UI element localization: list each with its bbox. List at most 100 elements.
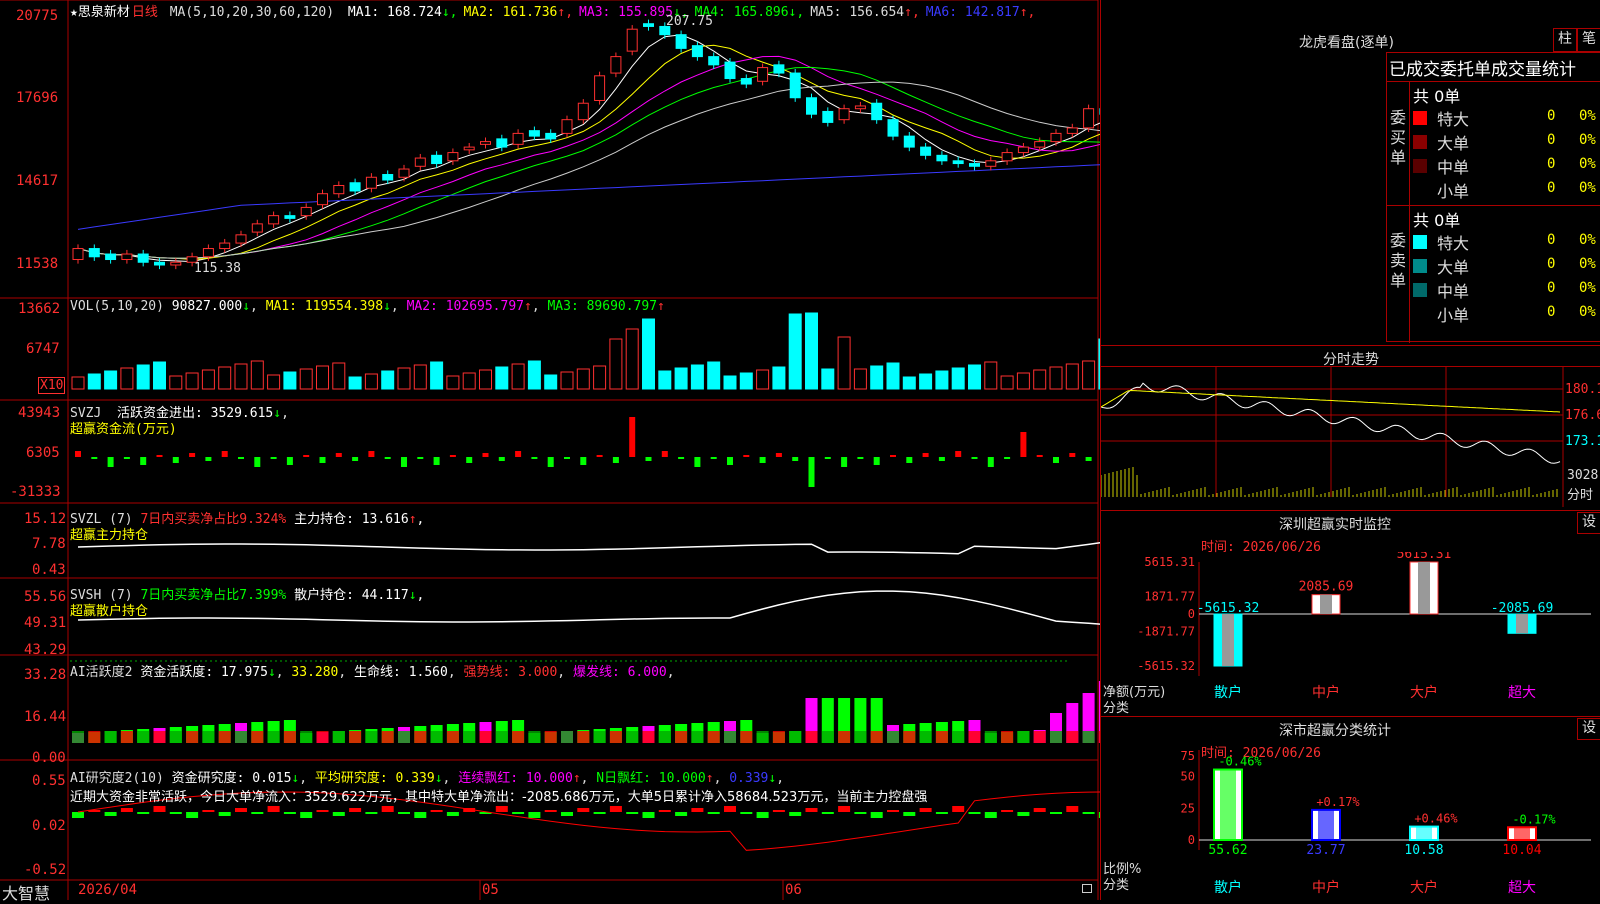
main-chart-area[interactable]: ★思泉新材日线 MA(5,10,20,30,60,120) MA1: 168.7…: [0, 0, 1100, 900]
vol-bar: [691, 365, 703, 389]
svzj-bar: [173, 457, 179, 463]
svzj-bar: [548, 457, 554, 467]
price-axis-3: 14617: [16, 173, 58, 189]
svzj-axis-1: 43943: [18, 405, 60, 421]
vol-bar: [545, 375, 557, 389]
ai-base-bar: [365, 731, 377, 743]
ai2-bar: [333, 812, 345, 816]
line-mode-button[interactable]: 笔: [1577, 28, 1600, 52]
ai-base-bar: [480, 731, 492, 743]
cat-bar-fill: [1514, 827, 1530, 840]
candle-body: [138, 254, 148, 262]
svzj-bar: [336, 453, 342, 457]
ai2-bar: [235, 808, 247, 812]
svzj-bar: [955, 451, 961, 457]
svzj-bar: [906, 457, 912, 463]
intraday-chart[interactable]: [1101, 367, 1600, 507]
ai-header: AI活跃度2 资金活跃度: 17.975↓, 33.280, 生命线: 1.56…: [70, 661, 675, 680]
svzj-bar: [417, 457, 423, 459]
svzj-bar: [352, 457, 358, 461]
ai2-bar: [985, 812, 997, 818]
svzj-bar: [874, 457, 880, 465]
ai2-bar: [1017, 812, 1029, 816]
ai2-bar: [1066, 806, 1078, 812]
ai-base-bar: [528, 731, 540, 743]
svzj-bar: [564, 457, 570, 459]
row-name: 小单: [1437, 302, 1469, 326]
high-annotation: 207.75: [666, 14, 713, 29]
cat-value-label: 10.58: [1404, 843, 1443, 858]
vol-bar: [414, 365, 426, 389]
svzj-bar: [1086, 457, 1092, 461]
color-swatch: [1413, 283, 1427, 297]
star-icon[interactable]: ★: [70, 5, 78, 20]
vol-bar: [219, 367, 231, 389]
ai2-bar: [105, 812, 117, 816]
candle-body: [122, 254, 132, 259]
period-label[interactable]: 日线: [132, 5, 158, 20]
sz-monitor-chart: 5615.311871.770-1871.77-5615.32-5615.32散…: [1101, 552, 1600, 702]
svzj-bar: [1069, 453, 1075, 457]
sz-settings-button[interactable]: 设: [1577, 512, 1600, 534]
ai2-bar: [414, 812, 426, 818]
ai2-bar: [317, 810, 329, 812]
vol-bar: [659, 371, 671, 389]
svzj-bar: [124, 457, 130, 459]
cat-xlabel: 分类: [1103, 874, 1129, 893]
svzj-bar: [580, 457, 586, 465]
candle-body: [725, 62, 735, 78]
candle-body: [888, 120, 898, 136]
lock-icon[interactable]: [1082, 884, 1092, 893]
ai2-bar: [871, 812, 883, 818]
ma-line-5: [78, 82, 1100, 258]
candle-body: [921, 147, 931, 155]
ai-base-bar: [757, 731, 769, 743]
ai-base-bar: [219, 731, 231, 743]
ai-base-bar: [773, 731, 785, 743]
vol-bar: [969, 365, 981, 389]
intraday-axis-3: 173.1: [1565, 434, 1600, 449]
color-swatch: [1413, 307, 1427, 321]
buy-row: 大单00%: [1411, 129, 1600, 153]
color-swatch: [1413, 235, 1427, 249]
svzj-bar: [776, 453, 782, 457]
svzj-bar: [450, 455, 456, 457]
row-name: 大单: [1437, 130, 1469, 154]
svzj-bar: [385, 457, 391, 459]
bar-mode-button[interactable]: 柱: [1553, 28, 1577, 52]
ai-base-bar: [610, 731, 622, 743]
candle-body: [855, 106, 865, 109]
ai-base-bar: [235, 731, 247, 743]
row-name: 中单: [1437, 154, 1469, 178]
vol-bar: [985, 362, 997, 389]
ai2-bar: [496, 806, 508, 812]
cat-settings-button[interactable]: 设: [1577, 718, 1600, 740]
sz-xlabel: 分类: [1103, 697, 1129, 716]
vol-bar: [88, 374, 100, 389]
sz-bar-3: [1410, 562, 1438, 614]
sz-category-label: 散户: [1214, 684, 1242, 701]
ai2-bar: [431, 810, 443, 812]
chart-header: ★思泉新材日线 MA(5,10,20,30,60,120) MA1: 168.7…: [70, 1, 1035, 20]
ai2-bar: [300, 812, 312, 818]
vol-bar: [317, 366, 329, 389]
ai-base-bar: [838, 731, 850, 743]
ai-base-bar: [88, 731, 100, 743]
sz-bar-shade: [1320, 595, 1332, 614]
candle-body: [269, 216, 279, 224]
cat-tick-label: 50: [1181, 770, 1195, 784]
color-swatch: [1413, 259, 1427, 273]
low-annotation: 115.38: [194, 261, 241, 276]
sell-row: 小单00%: [1411, 301, 1600, 325]
kline-chart-svg: [0, 0, 1100, 900]
cat-change-label: -0.17%: [1512, 812, 1556, 826]
ma-arrow-4: ↓,: [789, 5, 805, 20]
ai2-bar: [952, 806, 964, 812]
right-panel: 龙虎看盘(逐单) 柱 笔 已成交委托单成交量统计 委买单 委卖单 共 0单 共 …: [1100, 0, 1600, 900]
ai-base-bar: [105, 731, 117, 743]
ma-value-5: MA5: 156.654: [810, 5, 904, 20]
sz-value-label: -2085.69: [1491, 601, 1554, 616]
sz-tick-label: 0: [1188, 607, 1195, 621]
ai-base-bar: [382, 731, 394, 743]
ai2-bar: [170, 812, 182, 814]
